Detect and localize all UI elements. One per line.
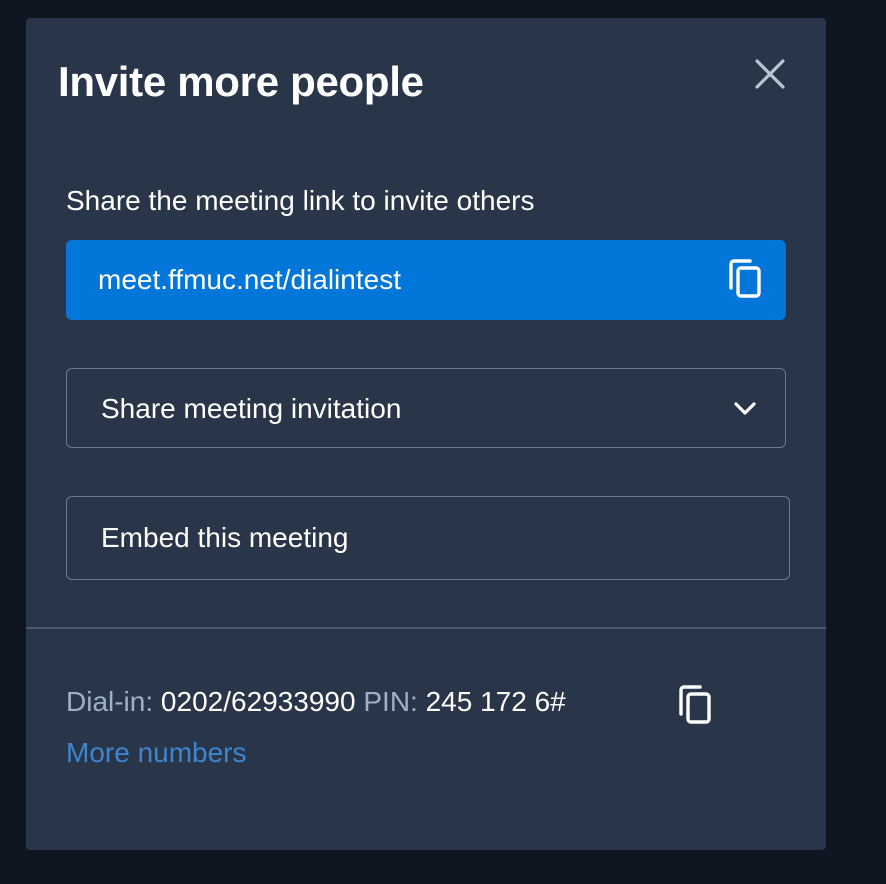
close-icon <box>755 59 785 89</box>
divider <box>26 627 826 629</box>
dial-in-info: Dial-in: 0202/62933990 PIN: 245 172 6# <box>66 686 566 718</box>
pin-value: 245 172 6# <box>425 686 566 717</box>
embed-meeting-label: Embed this meeting <box>101 522 349 553</box>
copy-icon <box>679 685 711 724</box>
copy-icon <box>729 259 761 298</box>
meeting-link-text: meet.ffmuc.net/dialintest <box>98 264 401 295</box>
share-link-label: Share the meeting link to invite others <box>66 185 535 216</box>
share-invitation-label: Share meeting invitation <box>101 393 402 424</box>
dialog-title: Invite more people <box>58 58 424 105</box>
more-numbers-link[interactable]: More numbers <box>66 737 247 769</box>
close-button[interactable] <box>752 56 788 92</box>
pin-label: PIN: <box>363 686 418 717</box>
dial-in-number: 0202/62933990 <box>160 686 356 717</box>
invite-dialog: Invite more people Share the meeting lin… <box>26 18 826 850</box>
share-invitation-dropdown[interactable]: Share meeting invitation <box>66 368 786 448</box>
copy-link-button[interactable] <box>726 258 766 302</box>
copy-dial-in-button[interactable] <box>676 684 716 728</box>
meeting-link-box[interactable]: meet.ffmuc.net/dialintest <box>66 240 786 320</box>
chevron-down-icon <box>734 402 756 415</box>
dial-in-label: Dial-in: <box>66 686 154 717</box>
embed-meeting-button[interactable]: Embed this meeting <box>66 496 790 580</box>
